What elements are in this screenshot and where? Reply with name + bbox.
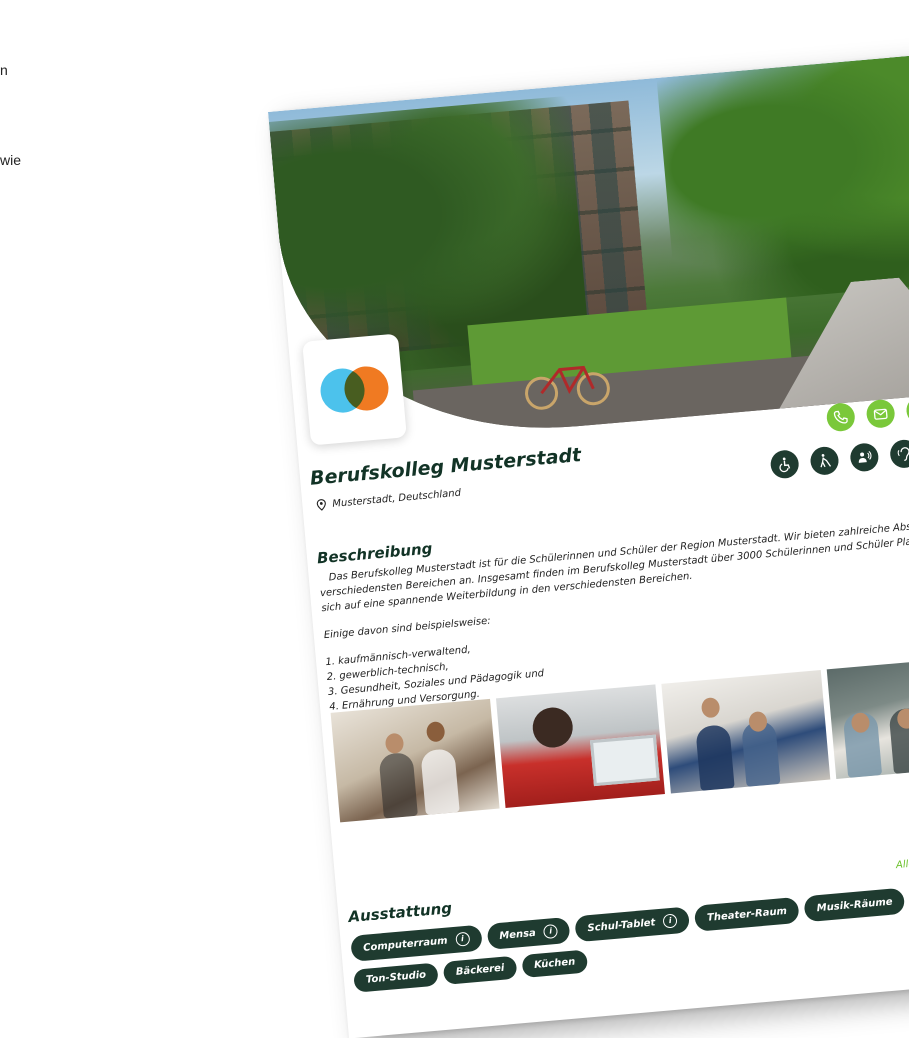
chip-label: Küchen (533, 956, 576, 972)
wheelchair-button[interactable] (769, 449, 800, 480)
school-logo (302, 333, 407, 446)
description-paragraph: Das Berufskolleg Musterstadt ist für die… (319, 515, 909, 615)
chip-label: Schul-Tablet (587, 916, 656, 934)
photo-figure-head (384, 732, 405, 755)
photo-figure (695, 724, 735, 791)
chip-schul-tablet[interactable]: Schul-Tablet i (574, 906, 691, 943)
school-profile-page: Berufskolleg Musterstadt Musterstadt, De… (268, 49, 909, 1038)
sign-language-icon (858, 450, 872, 463)
location-pin-icon (316, 499, 326, 511)
phone-button[interactable] (825, 402, 856, 433)
bicycle-icon (525, 365, 610, 410)
gallery-photo-classroom[interactable] (826, 655, 909, 780)
equipment-heading: Ausstattung (347, 899, 453, 927)
photo-figure-head (425, 721, 446, 743)
school-location: Musterstadt, Deutschland (316, 487, 461, 512)
gallery-photo-student-headphones[interactable] (495, 684, 665, 808)
wheelchair-icon (779, 457, 791, 473)
chip-mensa[interactable]: Mensa i (486, 916, 571, 950)
info-icon[interactable]: i (454, 931, 471, 947)
chip-label: Mensa (498, 927, 537, 942)
blind-walking-icon (820, 454, 832, 468)
chip-label: Ton-Studio (365, 969, 427, 986)
stray-text-1: n (0, 62, 8, 78)
website-button[interactable] (905, 395, 909, 426)
chip-musik-raeume[interactable]: Musik-Räume (803, 887, 906, 923)
location-label: Musterstadt, Deutschland (331, 487, 462, 510)
photo-figure (378, 751, 418, 819)
sign-language-button[interactable] (849, 442, 880, 473)
hearing-icon (897, 447, 909, 462)
gallery-photo-teacher-laptop[interactable] (661, 669, 831, 794)
hearing-button[interactable] (889, 438, 909, 470)
chip-ton-studio[interactable]: Ton-Studio (353, 962, 440, 993)
mail-button[interactable] (865, 398, 896, 429)
accessibility-features (769, 438, 909, 480)
chip-theater-raum[interactable]: Theater-Raum (694, 896, 800, 932)
school-name: Berufskolleg Musterstadt (309, 444, 583, 490)
photo-figure-head (531, 705, 575, 750)
gallery-photo-students-hallway[interactable] (330, 698, 500, 823)
chip-label: Bäckerei (455, 962, 505, 978)
see-all-benefits-link[interactable]: Alle Vorteile anzeigen (896, 851, 909, 871)
chip-kuechen[interactable]: Küchen (521, 949, 589, 979)
chip-baeckerei[interactable]: Bäckerei (442, 955, 518, 985)
stray-text-2: wie (0, 152, 22, 168)
chip-label: Musik-Räume (816, 896, 894, 914)
phone-icon (833, 410, 848, 424)
chip-label: Computerraum (362, 935, 448, 954)
visually-impaired-button[interactable] (809, 445, 840, 476)
info-icon[interactable]: i (662, 913, 678, 929)
photo-figure-head (700, 696, 721, 719)
photo-laptop (589, 734, 660, 787)
chip-computerraum[interactable]: Computerraum i (350, 924, 483, 962)
mail-icon (873, 408, 888, 420)
photo-figure (420, 748, 460, 815)
hero-trees (656, 49, 909, 308)
chip-label: Theater-Raum (706, 905, 788, 924)
info-icon[interactable]: i (543, 923, 559, 940)
